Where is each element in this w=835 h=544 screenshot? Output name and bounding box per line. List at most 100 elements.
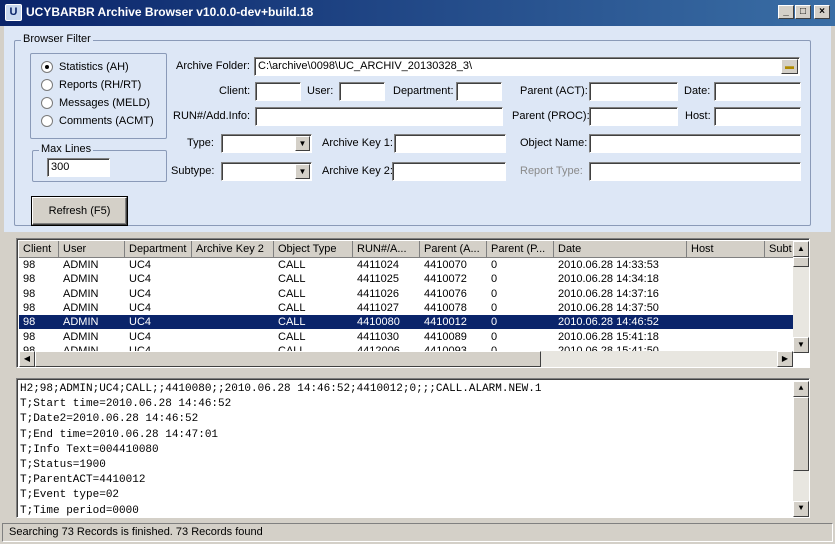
radio-statistics[interactable]: Statistics (AH) [41, 59, 129, 75]
table-cell [687, 287, 765, 302]
table-cell [687, 330, 765, 345]
max-lines-legend: Max Lines [39, 143, 94, 155]
table-cell: 4411027 [357, 301, 400, 314]
scroll-left-icon[interactable]: ◀ [19, 351, 35, 367]
parent-act-label: Parent (ACT): [520, 85, 588, 97]
table-cell: ADMIN [63, 316, 99, 329]
window-title: UCYBARBR Archive Browser v10.0.0-dev+bui… [26, 5, 314, 19]
report-type-input [589, 162, 801, 181]
column-header[interactable]: RUN#/A... [353, 241, 420, 258]
column-header[interactable]: Archive Key 2 [192, 241, 274, 258]
table-row[interactable]: 98 ADMIN UC4 CALL 4410080 4410012 0 2010.06.28 … [19, 315, 793, 330]
column-header[interactable]: Parent (A... [420, 241, 487, 258]
table-horizontal-scrollbar[interactable]: ◀ ▶ [19, 351, 793, 367]
column-header[interactable]: Client [19, 241, 59, 258]
radio-messages[interactable]: Messages (MELD) [41, 95, 150, 111]
radio-label: Statistics (AH) [59, 61, 129, 73]
run-input[interactable] [255, 107, 503, 126]
parent-proc-input[interactable] [589, 107, 678, 126]
table-cell: ADMIN [63, 273, 99, 286]
host-input[interactable] [714, 107, 801, 126]
subtype-label: Subtype: [171, 165, 215, 177]
table-cell: 2010.06.28 14:46:52 [558, 316, 659, 329]
maximize-button[interactable]: □ [795, 5, 811, 19]
max-lines-input[interactable]: 300 [47, 158, 110, 177]
table-cell [687, 301, 765, 316]
chevron-down-icon[interactable]: ▼ [295, 136, 310, 151]
table-cell: CALL [278, 316, 306, 329]
subtype-combo[interactable]: ▼ [221, 162, 312, 181]
hscroll-thumb[interactable] [35, 351, 541, 367]
table-cell: ADMIN [63, 330, 99, 343]
table-row[interactable]: 98 ADMIN UC4 CALL 4411024 4410070 0 2010.06.28 … [19, 258, 793, 272]
date-label: Date: [684, 85, 711, 97]
archive-folder-input[interactable]: C:\archive\0098\UC_ARCHIV_20130328_3\ ▬ [254, 57, 800, 76]
scroll-right-icon[interactable]: ▶ [777, 351, 793, 367]
table-row[interactable]: 98 ADMIN UC4 CALL 4411025 4410072 0 2010.06.28 … [19, 272, 793, 286]
column-header[interactable]: Object Type [274, 241, 353, 258]
table-cell: CALL [278, 287, 306, 300]
max-lines-group: Max Lines 300 [32, 143, 167, 182]
scroll-up-icon[interactable]: ▲ [793, 381, 809, 397]
radio-label: Reports (RH/RT) [59, 79, 142, 91]
radio-label: Comments (ACMT) [59, 115, 154, 127]
detail-line: T;Time period=0000 [20, 504, 139, 517]
detail-line: T;End time=2010.06.28 14:47:01 [20, 428, 219, 441]
radio-dot-selected [41, 61, 53, 73]
column-header[interactable]: Parent (P... [487, 241, 554, 258]
detail-line: H2;98;ADMIN;UC4;CALL;;4410080;;2010.06.2… [20, 383, 542, 395]
record-detail-text[interactable]: H2;98;ADMIN;UC4;CALL;;4410080;;2010.06.2… [16, 378, 810, 518]
column-header[interactable]: Date [554, 241, 687, 258]
close-button[interactable]: × [814, 5, 830, 19]
table-cell: 2010.06.28 15:41:18 [558, 330, 659, 343]
scroll-thumb[interactable] [793, 397, 809, 471]
table-vertical-scrollbar[interactable]: ▲ ▼ [793, 241, 809, 353]
run-label: RUN#/Add.Info: [173, 110, 251, 122]
table-cell: 2010.06.28 14:33:53 [558, 259, 659, 271]
radio-dot [41, 115, 53, 127]
column-header[interactable]: Department [125, 241, 192, 258]
table-cell: 4411026 [357, 287, 400, 300]
radio-reports[interactable]: Reports (RH/RT) [41, 77, 141, 93]
column-header[interactable]: Host [687, 241, 765, 258]
scroll-thumb[interactable] [793, 257, 809, 267]
table-cell: 4410089 [424, 330, 467, 343]
table-cell [687, 258, 765, 273]
scroll-down-icon[interactable]: ▼ [793, 501, 809, 517]
minimize-button[interactable]: _ [778, 5, 794, 19]
table-cell: UC4 [129, 273, 152, 286]
user-input[interactable] [339, 82, 385, 101]
table-row[interactable]: 98 ADMIN UC4 CALL 4411030 4410089 0 2010.06.28 … [19, 330, 793, 344]
results-table[interactable]: Client User Department Archive Key 2 Obj… [16, 238, 810, 368]
table-cell: UC4 [129, 287, 152, 300]
department-input[interactable] [456, 82, 502, 101]
scroll-up-icon[interactable]: ▲ [793, 241, 809, 257]
folder-browse-icon[interactable]: ▬ [781, 59, 798, 74]
table-row[interactable]: 98 ADMIN UC4 CALL 4411027 4410078 0 2010.06.28 … [19, 301, 793, 315]
column-header[interactable]: Subt [765, 241, 795, 258]
table-cell: 4410012 [424, 316, 467, 329]
table-cell: UC4 [129, 316, 152, 329]
client-input[interactable] [255, 82, 301, 101]
detail-vertical-scrollbar[interactable]: ▲ ▼ [793, 381, 809, 517]
archive-key1-label: Archive Key 1: [322, 137, 393, 149]
type-combo[interactable]: ▼ [221, 134, 312, 153]
column-header[interactable]: User [59, 241, 125, 258]
chevron-down-icon[interactable]: ▼ [295, 164, 310, 179]
object-name-input[interactable] [589, 134, 801, 153]
archive-key2-input[interactable] [392, 162, 506, 181]
refresh-button[interactable]: Refresh (F5) [32, 197, 127, 225]
table-row[interactable]: 98 ADMIN UC4 CALL 4411026 4410076 0 2010.06.28 … [19, 287, 793, 301]
table-cell [192, 315, 274, 330]
archive-key1-input[interactable] [394, 134, 506, 153]
table-cell [765, 330, 795, 345]
scroll-down-icon[interactable]: ▼ [793, 337, 809, 353]
table-cell: 4410072 [424, 273, 467, 286]
radio-comments[interactable]: Comments (ACMT) [41, 113, 154, 129]
detail-line: T;Date2=2010.06.28 14:46:52 [20, 413, 199, 426]
date-input[interactable] [714, 82, 801, 101]
table-cell: ADMIN [63, 287, 99, 300]
parent-act-input[interactable] [589, 82, 678, 101]
table-cell [192, 301, 274, 316]
department-label: Department: [393, 85, 454, 97]
